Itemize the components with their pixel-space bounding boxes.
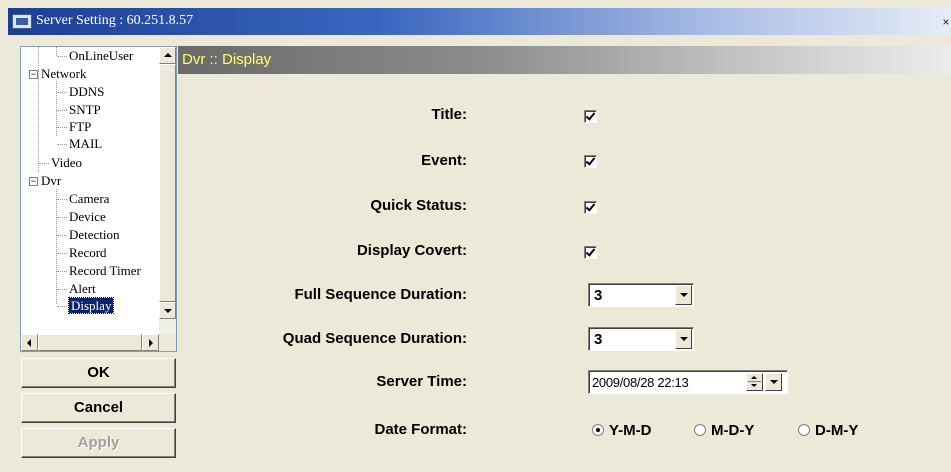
tree-line bbox=[39, 163, 49, 164]
tree-item-ddns[interactable]: DDNS bbox=[69, 84, 104, 99]
display-covert-checkbox[interactable] bbox=[584, 246, 597, 259]
time-spinner[interactable] bbox=[746, 373, 763, 391]
full-sequence-duration-select[interactable]: 3 bbox=[588, 283, 694, 307]
radio-icon bbox=[694, 424, 706, 436]
tree-line bbox=[57, 127, 67, 128]
tree-item-device[interactable]: Device bbox=[69, 209, 106, 224]
full-sequence-duration-label: Full Sequence Duration: bbox=[294, 286, 467, 303]
scrollbar-corner bbox=[159, 334, 176, 351]
arrow-up-icon bbox=[164, 53, 172, 57]
tree-item-alert[interactable]: Alert bbox=[69, 281, 96, 296]
quad-sequence-duration-value: 3 bbox=[594, 331, 603, 348]
scroll-up-button[interactable] bbox=[159, 47, 176, 64]
chevron-down-icon bbox=[770, 380, 778, 384]
tree-item-mail[interactable]: MAIL bbox=[69, 136, 102, 151]
tree-line bbox=[57, 271, 67, 272]
apply-button[interactable]: Apply bbox=[21, 428, 176, 458]
settings-tree[interactable]: OnLineUser − Network DDNS SNTP FTP MAIL … bbox=[20, 46, 177, 352]
tree-line bbox=[57, 92, 67, 93]
tree-item-dvr[interactable]: Dvr bbox=[41, 173, 61, 188]
calendar-dropdown-button[interactable] bbox=[765, 373, 782, 391]
collapse-icon[interactable]: − bbox=[29, 177, 38, 186]
server-time-picker[interactable]: 2009/08/28 22:13 bbox=[588, 370, 788, 394]
display-covert-label: Display Covert: bbox=[356, 242, 467, 259]
tree-item-network[interactable]: Network bbox=[41, 66, 87, 81]
spinner-divider bbox=[748, 381, 761, 382]
close-icon[interactable]: × bbox=[941, 14, 951, 30]
title-label: Title: bbox=[431, 106, 467, 123]
dropdown-button[interactable] bbox=[675, 329, 692, 349]
arrow-left-icon bbox=[27, 339, 31, 347]
tree-line bbox=[57, 199, 67, 200]
tree-line bbox=[57, 110, 67, 111]
arrow-down-icon bbox=[164, 309, 172, 313]
collapse-icon[interactable]: − bbox=[29, 70, 38, 79]
spin-up-icon bbox=[751, 376, 757, 379]
scroll-left-button[interactable] bbox=[21, 334, 38, 351]
tree-line bbox=[57, 289, 67, 290]
tree-item-record[interactable]: Record bbox=[69, 245, 107, 260]
tree-item-video[interactable]: Video bbox=[51, 155, 82, 170]
tree-item-detection[interactable]: Detection bbox=[69, 227, 120, 242]
tree-line bbox=[57, 56, 67, 57]
ok-button[interactable]: OK bbox=[21, 358, 176, 388]
quad-sequence-duration-select[interactable]: 3 bbox=[588, 327, 694, 351]
tree-item-sntp[interactable]: SNTP bbox=[69, 102, 101, 117]
tree-line bbox=[56, 47, 57, 56]
server-time-label: Server Time: bbox=[376, 373, 467, 390]
date-format-option: M-D-Y bbox=[711, 422, 755, 439]
date-format-option: D-M-Y bbox=[815, 422, 859, 439]
scroll-thumb[interactable] bbox=[38, 334, 142, 351]
arrow-right-icon bbox=[149, 339, 153, 347]
display-settings-panel: Dvr :: Display Title: Event: Quick Statu… bbox=[178, 46, 951, 472]
tree-line bbox=[57, 253, 67, 254]
tree-vertical-scrollbar[interactable] bbox=[159, 47, 176, 335]
quick-status-checkbox[interactable] bbox=[584, 201, 597, 214]
quick-status-label: Quick Status: bbox=[370, 197, 467, 214]
tree-item-record-timer[interactable]: Record Timer bbox=[69, 263, 141, 278]
radio-icon bbox=[798, 424, 810, 436]
scroll-right-button[interactable] bbox=[142, 334, 159, 351]
spin-down-icon bbox=[751, 384, 757, 387]
dropdown-button[interactable] bbox=[675, 285, 692, 305]
tree-line bbox=[57, 217, 67, 218]
app-icon bbox=[12, 14, 32, 29]
title-bar[interactable]: Server Setting : 60.251.8.57 × bbox=[8, 8, 951, 35]
chevron-down-icon bbox=[680, 337, 688, 341]
tree-line bbox=[56, 189, 57, 304]
tree-line bbox=[57, 306, 67, 307]
event-checkbox[interactable] bbox=[584, 155, 597, 168]
title-checkbox[interactable] bbox=[584, 110, 597, 123]
window-title: Server Setting : 60.251.8.57 bbox=[36, 13, 194, 28]
tree-line bbox=[38, 47, 39, 172]
date-format-option: Y-M-D bbox=[609, 422, 652, 439]
server-time-value: 2009/08/28 22:13 bbox=[592, 375, 689, 390]
server-setting-window: Server Setting : 60.251.8.57 × OnLineUse… bbox=[0, 0, 951, 472]
tree-line bbox=[57, 235, 67, 236]
tree-item-camera[interactable]: Camera bbox=[69, 191, 109, 206]
date-format-label: Date Format: bbox=[374, 421, 467, 438]
panel-header: Dvr :: Display bbox=[178, 46, 951, 74]
tree-horizontal-scrollbar[interactable] bbox=[21, 334, 176, 351]
scroll-down-button[interactable] bbox=[159, 302, 176, 319]
event-label: Event: bbox=[421, 152, 467, 169]
chevron-down-icon bbox=[680, 293, 688, 297]
tree-line bbox=[57, 144, 67, 145]
panel-title: Dvr :: Display bbox=[182, 51, 272, 68]
quad-sequence-duration-label: Quad Sequence Duration: bbox=[282, 330, 467, 347]
tree-item-onlineuser[interactable]: OnLineUser bbox=[69, 48, 133, 63]
full-sequence-duration-value: 3 bbox=[594, 287, 603, 304]
scroll-thumb[interactable] bbox=[159, 64, 176, 302]
tree-item-display[interactable]: Display bbox=[67, 297, 115, 314]
cancel-button[interactable]: Cancel bbox=[21, 393, 176, 423]
radio-selected-icon bbox=[592, 424, 604, 436]
tree-item-ftp[interactable]: FTP bbox=[69, 119, 91, 134]
